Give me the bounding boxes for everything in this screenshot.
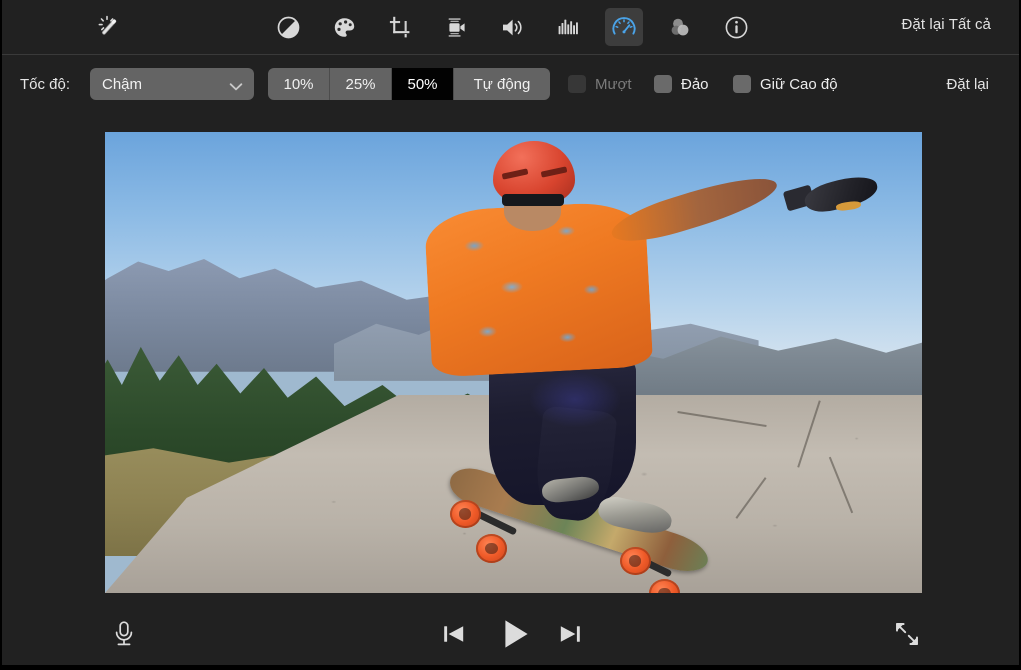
scene-board-wheel: [476, 534, 507, 563]
microphone-icon[interactable]: [104, 614, 144, 654]
clip-filter-icon[interactable]: [661, 8, 699, 46]
color-balance-icon[interactable]: [269, 8, 307, 46]
adjustments-toolbar: Đặt lại Tất cả: [2, 0, 1019, 55]
skip-to-start-icon[interactable]: [436, 614, 472, 654]
checkbox-smooth[interactable]: Mượt: [568, 68, 632, 100]
volume-icon[interactable]: [493, 8, 531, 46]
skip-to-end-icon[interactable]: [552, 614, 588, 654]
info-icon[interactable]: [717, 8, 755, 46]
video-preview[interactable]: [105, 132, 922, 593]
expand-fullscreen-icon[interactable]: [887, 614, 927, 654]
speed-preset-50[interactable]: 50%: [392, 68, 454, 100]
stabilization-icon[interactable]: [437, 8, 475, 46]
checkbox-label-smooth: Mượt: [595, 76, 632, 93]
reset-button[interactable]: Đặt lại: [946, 76, 989, 93]
inspector-window: Đặt lại Tất cả Tốc độ: Chậm 10% 25% 50% …: [2, 0, 1019, 665]
checkbox-preserve-pitch[interactable]: Giữ Cao độ: [733, 68, 838, 100]
crop-icon[interactable]: [381, 8, 419, 46]
checkbox-box-reverse: [654, 75, 672, 93]
speed-mode-dropdown[interactable]: Chậm: [90, 68, 254, 100]
speed-label: Tốc độ:: [20, 76, 70, 93]
playback-controls-bar: [2, 602, 1019, 665]
scene-lens-flare: [530, 372, 620, 427]
speed-icon[interactable]: [605, 8, 643, 46]
scene-board-wheel: [450, 500, 481, 529]
scene-rider-sunglasses: [502, 194, 564, 206]
chevron-down-icon: [229, 79, 243, 97]
scene-rider-arm: [606, 168, 780, 251]
speed-preset-auto[interactable]: Tự động: [454, 68, 550, 100]
magic-wand-icon[interactable]: [90, 8, 128, 46]
checkbox-label-preserve-pitch: Giữ Cao độ: [760, 76, 838, 93]
checkbox-label-reverse: Đảo: [681, 76, 709, 93]
scene-skateboarder: [105, 132, 922, 593]
noise-reduction-icon[interactable]: [549, 8, 587, 46]
checkbox-reverse[interactable]: Đảo: [654, 68, 709, 100]
color-correction-icon[interactable]: [325, 8, 363, 46]
speed-preset-segmented-control: 10% 25% 50% Tự động: [268, 68, 550, 100]
reset-all-button[interactable]: Đặt lại Tất cả: [902, 16, 992, 33]
speed-preset-10[interactable]: 10%: [268, 68, 330, 100]
checkbox-box-smooth: [568, 75, 586, 93]
scene-board-wheel: [649, 579, 680, 593]
speed-mode-value: Chậm: [102, 76, 142, 93]
scene-board-wheel: [620, 547, 651, 576]
checkbox-box-preserve-pitch: [733, 75, 751, 93]
speed-controls-bar: Tốc độ: Chậm 10% 25% 50% Tự động Mượt Đả…: [2, 56, 1019, 118]
viewer-area: [2, 118, 1019, 602]
play-icon[interactable]: [494, 611, 538, 657]
speed-preset-25[interactable]: 25%: [330, 68, 392, 100]
